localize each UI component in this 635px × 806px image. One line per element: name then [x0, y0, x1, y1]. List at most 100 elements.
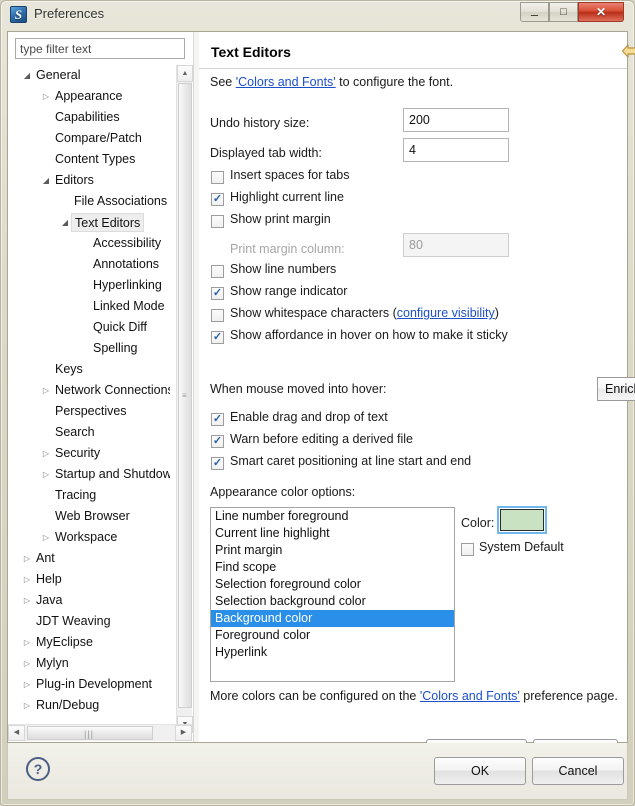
scroll-left-icon[interactable]: ◀	[8, 725, 25, 741]
show-whitespace-checkbox[interactable]	[211, 309, 224, 322]
highlight-current-line-checkbox[interactable]	[211, 192, 224, 206]
tree-item-search[interactable]: Search	[15, 422, 170, 443]
tree-item-java[interactable]: ▷ Java	[15, 590, 170, 611]
appearance-color-list[interactable]: Line number foreground Current line highl…	[210, 507, 455, 682]
color-option-item[interactable]: Selection foreground color	[211, 576, 454, 593]
colors-and-fonts-link[interactable]: 'Colors and Fonts'	[236, 75, 336, 89]
close-button[interactable]: ✕	[578, 2, 624, 22]
tree-item-compare-patch[interactable]: Compare/Patch	[15, 128, 170, 149]
show-line-numbers-checkbox[interactable]	[211, 265, 224, 278]
maximize-button[interactable]: □	[549, 2, 578, 22]
tree-item-startup-and-shutdown[interactable]: ▷ Startup and Shutdown	[15, 464, 170, 485]
smart-caret-checkbox[interactable]	[211, 456, 224, 470]
tree-item-plug-in-development[interactable]: ▷ Plug-in Development	[15, 674, 170, 695]
tree-item-network-connections[interactable]: ▷ Network Connections	[15, 380, 170, 401]
tree-item-workspace[interactable]: ▷ Workspace	[15, 527, 170, 548]
tree-item-appearance[interactable]: ▷ Appearance	[15, 86, 170, 107]
tree-vscroll-thumb[interactable]: ≡	[178, 83, 192, 708]
tree-item-keys[interactable]: Keys	[15, 359, 170, 380]
filter-input[interactable]	[15, 38, 185, 59]
color-option-item[interactable]: Find scope	[211, 559, 454, 576]
tree-expander-closed-icon[interactable]: ▷	[40, 464, 52, 485]
tree-item-linked-mode[interactable]: Linked Mode	[15, 296, 170, 317]
color-option-item[interactable]: Line number foreground	[211, 508, 454, 525]
undo-history-size-input[interactable]	[403, 108, 509, 132]
scroll-up-icon[interactable]: ▲	[177, 65, 193, 82]
tree-expander-closed-icon[interactable]: ▷	[21, 695, 33, 713]
tree-expander-closed-icon[interactable]: ▷	[40, 86, 52, 107]
system-default-checkbox[interactable]	[461, 543, 474, 556]
tree-item-label: Perspectives	[55, 404, 127, 418]
tree-expander-closed-icon[interactable]: ▷	[21, 632, 33, 653]
color-option-item[interactable]: Current line highlight	[211, 525, 454, 542]
show-affordance-checkbox[interactable]	[211, 330, 224, 344]
tree-item-general[interactable]: ◢ General	[15, 65, 170, 86]
tree-expander-closed-icon[interactable]: ▷	[40, 443, 52, 464]
tree-expander-closed-icon[interactable]: ▷	[40, 527, 52, 548]
preference-tree[interactable]: ◢ General ▷ Appearance Capabilities Compare/P…	[15, 65, 185, 733]
tree-item-web-browser[interactable]: Web Browser	[15, 506, 170, 527]
tree-expander-closed-icon[interactable]: ▷	[40, 380, 52, 401]
tree-item-quick-diff[interactable]: Quick Diff	[15, 317, 170, 338]
tree-item-mylyn[interactable]: ▷ Mylyn	[15, 653, 170, 674]
color-swatch-button[interactable]	[500, 509, 544, 531]
myeclipse-logo-icon: S	[10, 6, 27, 23]
tree-item-accessibility[interactable]: Accessibility	[15, 233, 170, 254]
tree-item-content-types[interactable]: Content Types	[15, 149, 170, 170]
tree-item-annotations[interactable]: Annotations	[15, 254, 170, 275]
tree-item-hyperlinking[interactable]: Hyperlinking	[15, 275, 170, 296]
enable-drag-drop-checkbox[interactable]	[211, 412, 224, 426]
tree-item-text-editors[interactable]: ◢ Text Editors	[15, 212, 170, 233]
tree-item-label: Java	[36, 593, 63, 607]
more-colors-prefix: More colors can be configured on the	[210, 689, 420, 703]
tree-expander-open-icon[interactable]: ◢	[40, 170, 52, 191]
configure-visibility-link[interactable]: configure visibility	[397, 306, 495, 320]
colors-and-fonts-link-2[interactable]: 'Colors and Fonts'	[420, 689, 520, 703]
preferences-window: S Preferences – □ ✕ ◢General▷AppearanceC…	[0, 0, 635, 806]
tree-horizontal-scrollbar[interactable]: ◀ ||| ▶	[8, 724, 192, 741]
tree-item-myeclipse[interactable]: ▷ MyEclipse	[15, 632, 170, 653]
tree-item-perspectives[interactable]: Perspectives	[15, 401, 170, 422]
tree-item-run-debug[interactable]: ▷ Run/Debug	[15, 695, 170, 713]
tree-item-help[interactable]: ▷ Help	[15, 569, 170, 590]
ok-button[interactable]: OK	[434, 757, 526, 785]
color-option-item[interactable]: Hyperlink	[211, 644, 454, 661]
tree-expander-open-icon[interactable]: ◢	[21, 65, 33, 86]
tree-item-file-associations[interactable]: File Associations	[15, 191, 170, 212]
tree-vertical-scrollbar[interactable]: ▲ ≡ ▼	[176, 65, 193, 733]
tree-item-label: Startup and Shutdown	[55, 467, 170, 481]
minimize-button[interactable]: –	[520, 2, 549, 22]
tree-item-tracing[interactable]: Tracing	[15, 485, 170, 506]
show-print-margin-checkbox[interactable]	[211, 215, 224, 228]
help-icon[interactable]: ?	[26, 757, 50, 781]
scroll-right-icon[interactable]: ▶	[175, 725, 192, 741]
warn-derived-file-checkbox[interactable]	[211, 434, 224, 448]
color-option-item[interactable]: Selection background color	[211, 593, 454, 610]
tree-expander-closed-icon[interactable]: ▷	[21, 569, 33, 590]
tree-item-capabilities[interactable]: Capabilities	[15, 107, 170, 128]
tree-item-jdt-weaving[interactable]: JDT Weaving	[15, 611, 170, 632]
tree-item-security[interactable]: ▷ Security	[15, 443, 170, 464]
hover-mode-combobox[interactable]: Enrich after delay ▼	[597, 377, 635, 401]
tree-item-ant[interactable]: ▷ Ant	[15, 548, 170, 569]
color-option-item[interactable]: Foreground color	[211, 627, 454, 644]
undo-history-size-label: Undo history size:	[210, 116, 310, 130]
insert-spaces-checkbox[interactable]	[211, 171, 224, 184]
cancel-button[interactable]: Cancel	[532, 757, 624, 785]
back-arrow-icon[interactable]	[621, 43, 635, 59]
tree-expander-closed-icon[interactable]: ▷	[21, 590, 33, 611]
tree-item-label: Editors	[55, 173, 94, 187]
show-range-indicator-checkbox[interactable]	[211, 286, 224, 300]
smart-caret-label: Smart caret positioning at line start an…	[230, 454, 472, 468]
color-option-item[interactable]: Background color	[211, 610, 454, 627]
tree-expander-closed-icon[interactable]: ▷	[21, 674, 33, 695]
color-option-item[interactable]: Print margin	[211, 542, 454, 559]
tree-hscroll-thumb[interactable]: |||	[27, 726, 153, 740]
tree-expander-open-icon[interactable]: ◢	[59, 212, 71, 233]
tree-expander-closed-icon[interactable]: ▷	[21, 548, 33, 569]
window-title-bar[interactable]: S Preferences – □ ✕	[1, 1, 634, 29]
tree-expander-closed-icon[interactable]: ▷	[21, 653, 33, 674]
tree-item-editors[interactable]: ◢ Editors	[15, 170, 170, 191]
tree-item-spelling[interactable]: Spelling	[15, 338, 170, 359]
displayed-tab-width-input[interactable]	[403, 138, 509, 162]
